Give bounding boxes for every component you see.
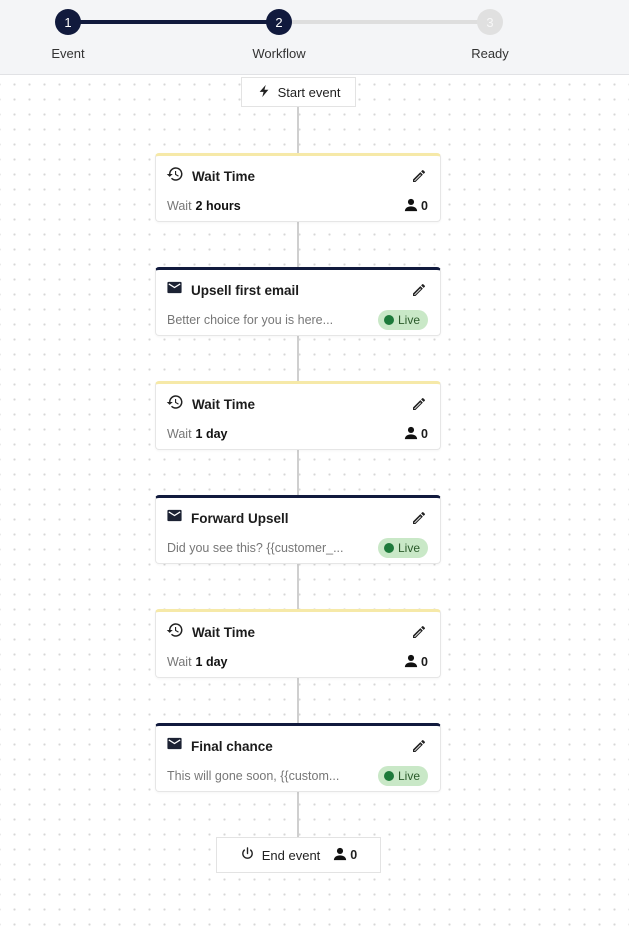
progress-stepper: 1 Event 2 Workflow 3 Ready — [0, 0, 629, 75]
wait-duration: 2 hours — [195, 199, 241, 213]
status-label: Live — [397, 541, 420, 555]
email-preview: This will gone soon, {{custom... — [167, 769, 340, 783]
step-1-indicator[interactable]: 1 — [55, 9, 81, 35]
flow-connector — [297, 450, 299, 496]
person-icon — [404, 426, 418, 443]
history-icon — [166, 165, 184, 188]
wait-time-node[interactable]: Wait Time Wait 1 day 0 — [155, 381, 441, 450]
person-icon — [333, 847, 347, 864]
history-icon — [166, 621, 184, 644]
flow-connector — [297, 336, 299, 382]
status-badge: Live — [377, 766, 428, 786]
step-3-indicator[interactable]: 3 — [477, 9, 503, 35]
flow-connector — [297, 107, 299, 154]
wait-time-node[interactable]: Wait Time Wait 1 day 0 — [155, 609, 441, 678]
end-event-label: End event — [261, 847, 321, 863]
power-icon — [240, 846, 255, 864]
pencil-icon[interactable] — [410, 167, 428, 185]
start-event-label: Start event — [277, 84, 341, 100]
person-icon — [404, 198, 418, 215]
pencil-icon[interactable] — [410, 737, 428, 755]
step-3-label: Ready — [471, 46, 509, 61]
email-node[interactable]: Upsell first email Better choice for you… — [155, 267, 441, 336]
envelope-icon — [166, 507, 183, 529]
person-icon — [404, 654, 418, 671]
flow-connector — [297, 222, 299, 268]
email-preview: Did you see this? {{customer_... — [167, 541, 344, 555]
envelope-icon — [166, 735, 183, 757]
status-badge: Live — [377, 310, 428, 330]
status-dot-icon — [383, 771, 394, 781]
lightning-icon — [257, 84, 271, 101]
node-title: Wait Time — [192, 624, 256, 640]
history-icon — [166, 393, 184, 416]
flow-connector — [297, 792, 299, 837]
flow-connector — [297, 564, 299, 610]
contact-count: 0 — [404, 654, 428, 671]
status-dot-icon — [383, 543, 394, 553]
contact-count: 0 — [404, 198, 428, 215]
node-title: Wait Time — [192, 396, 256, 412]
step-1-label: Event — [51, 46, 85, 61]
wait-label: Wait — [167, 655, 192, 669]
wait-time-node[interactable]: Wait Time Wait 2 hours 0 — [155, 153, 441, 222]
contact-count: 0 — [333, 847, 357, 864]
pencil-icon[interactable] — [410, 281, 428, 299]
step-connector-done — [68, 20, 279, 24]
node-title: Wait Time — [192, 168, 256, 184]
end-event-node[interactable]: End event 0 — [216, 837, 381, 873]
wait-duration: 1 day — [195, 427, 228, 441]
count-value: 0 — [350, 848, 358, 862]
email-preview: Better choice for you is here... — [167, 313, 334, 327]
flow-connector — [297, 678, 299, 724]
node-title: Forward Upsell — [191, 510, 289, 526]
envelope-icon — [166, 279, 183, 301]
pencil-icon[interactable] — [410, 395, 428, 413]
status-label: Live — [397, 769, 420, 783]
start-event-node[interactable]: Start event — [241, 77, 356, 107]
node-title: Upsell first email — [191, 282, 300, 298]
status-dot-icon — [383, 315, 394, 325]
pencil-icon[interactable] — [410, 623, 428, 641]
step-connector-pending — [279, 20, 490, 24]
status-label: Live — [397, 313, 420, 327]
count-value: 0 — [421, 655, 428, 669]
wait-label: Wait — [167, 199, 192, 213]
step-2-indicator[interactable]: 2 — [266, 9, 292, 35]
status-badge: Live — [377, 538, 428, 558]
wait-duration: 1 day — [195, 655, 228, 669]
count-value: 0 — [421, 199, 428, 213]
wait-label: Wait — [167, 427, 192, 441]
step-2-label: Workflow — [252, 46, 306, 61]
email-node[interactable]: Forward Upsell Did you see this? {{custo… — [155, 495, 441, 564]
count-value: 0 — [421, 427, 428, 441]
contact-count: 0 — [404, 426, 428, 443]
node-title: Final chance — [191, 738, 273, 754]
pencil-icon[interactable] — [410, 509, 428, 527]
email-node[interactable]: Final chance This will gone soon, {{cust… — [155, 723, 441, 792]
